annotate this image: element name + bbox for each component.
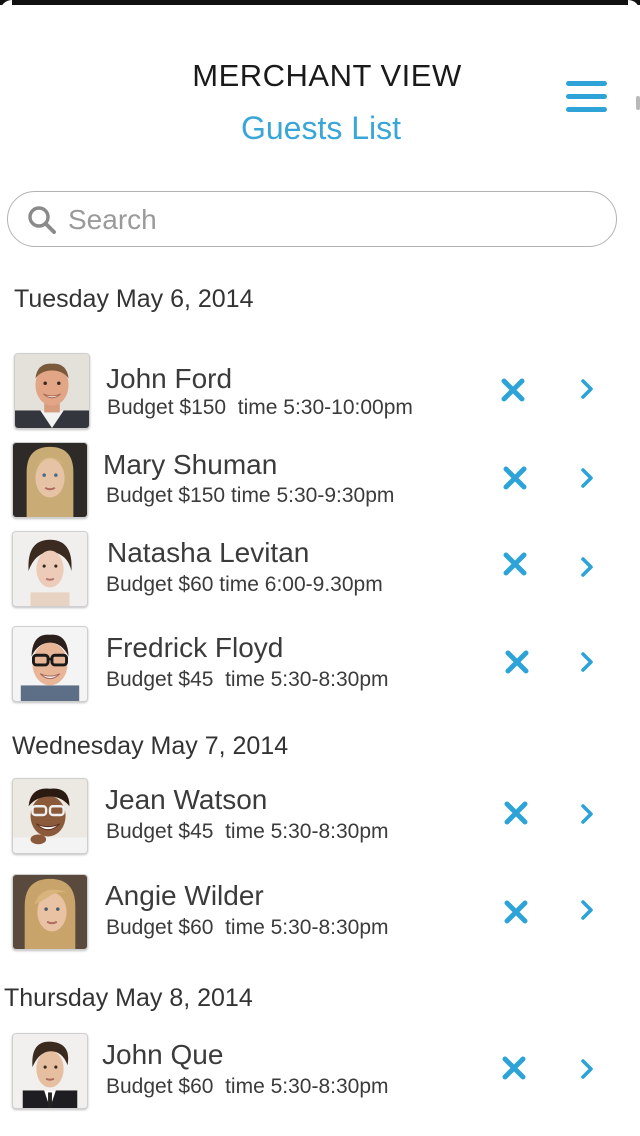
avatar [12,1033,88,1109]
guest-name: John Ford [106,363,233,394]
guest-detail: Budget $150 time 5:30-10:00pm [107,396,413,419]
guest-name: Fredrick Floyd [106,632,284,663]
guest-name: Mary Shuman [103,449,278,480]
guest-detail: Budget $60 time 5:30-8:30pm [106,1075,389,1098]
day-header: Tuesday May 6, 2014 [14,285,254,313]
guest-detail: Budget $45 time 5:30-8:30pm [106,820,389,843]
guest-name: Angie Wilder [105,880,264,911]
x-icon[interactable] [502,551,528,577]
chevron-right-icon[interactable] [579,378,595,400]
status-bar [0,0,640,5]
chevron-right-icon[interactable] [579,467,595,489]
guest-row[interactable]: Natasha Levitan Budget $60 time 6:00-9.3… [0,531,640,611]
avatar [12,626,88,702]
page-title: MERCHANT VIEW [192,58,462,93]
avatar [12,531,88,607]
chevron-right-icon[interactable] [579,1058,595,1080]
guest-row[interactable]: John Que Budget $60 time 5:30-8:30pm [0,1033,640,1113]
screen: MERCHANT VIEW Guests List Tuesday May 6,… [0,0,640,1136]
day-header: Wednesday May 7, 2014 [12,732,289,760]
guest-detail: Budget $45 time 5:30-8:30pm [106,668,389,691]
menu-bar-top [566,81,607,86]
guest-row[interactable]: John Ford Budget $150 time 5:30-10:00pm [0,353,640,433]
chevron-right-icon[interactable] [579,651,595,673]
search-icon [28,206,56,234]
guest-row[interactable]: Jean Watson Budget $45 time 5:30-8:30pm [0,778,640,858]
guest-name: Jean Watson [105,784,268,815]
guest-name: Natasha Levitan [107,537,310,568]
chevron-right-icon[interactable] [579,803,595,825]
day-header: Thursday May 8, 2014 [4,984,253,1012]
guest-row[interactable]: Mary Shuman Budget $150 time 5:30-9:30pm [0,442,640,522]
guest-row[interactable]: Angie Wilder Budget $60 time 5:30-8:30pm [0,874,640,954]
guest-detail: Budget $150 time 5:30-9:30pm [106,484,395,507]
edge-indicator [636,96,640,110]
menu-bar-middle [566,94,607,99]
search-bar[interactable] [7,191,617,247]
chevron-right-icon[interactable] [579,556,595,578]
x-icon[interactable] [503,899,529,925]
hamburger-menu-icon[interactable] [566,79,608,115]
search-input[interactable] [68,200,598,240]
guest-detail: Budget $60 time 6:00-9.30pm [106,573,383,596]
guest-row[interactable]: Fredrick Floyd Budget $45 time 5:30-8:30… [0,626,640,706]
guest-detail: Budget $60 time 5:30-8:30pm [106,916,389,939]
avatar [12,442,88,518]
menu-bar-bottom [566,107,607,112]
x-icon[interactable] [504,649,530,675]
avatar [12,778,88,854]
x-icon[interactable] [501,1055,527,1081]
chevron-right-icon[interactable] [579,899,595,921]
avatar [12,874,88,950]
avatar [14,353,90,429]
x-icon[interactable] [500,377,526,403]
x-icon[interactable] [502,465,528,491]
guest-name: John Que [102,1039,224,1070]
x-icon[interactable] [503,800,529,826]
page-subtitle: Guests List [240,110,402,146]
